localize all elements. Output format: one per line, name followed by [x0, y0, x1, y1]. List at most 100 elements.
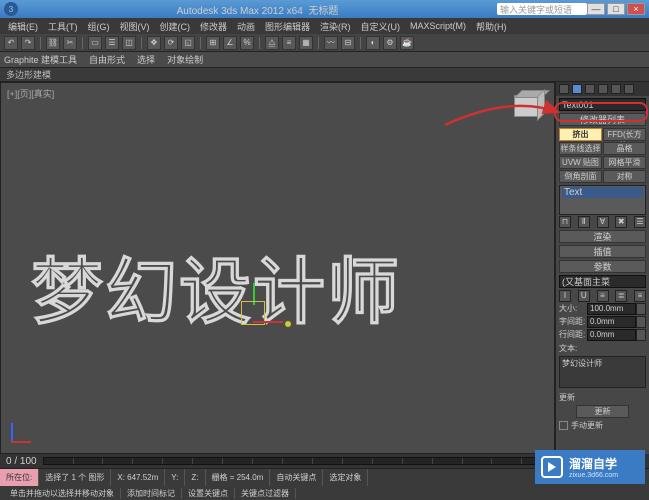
- snap-icon[interactable]: ⊞: [206, 36, 220, 50]
- mirror-icon[interactable]: ⧋: [265, 36, 279, 50]
- close-button[interactable]: ×: [627, 3, 645, 15]
- key-filter-button[interactable]: 关键点过滤器: [235, 488, 296, 499]
- unlink-icon[interactable]: ✂: [63, 36, 77, 50]
- menu-animation[interactable]: 动画: [233, 20, 259, 33]
- maximize-button[interactable]: □: [607, 3, 625, 15]
- redo-icon[interactable]: ↷: [21, 36, 35, 50]
- curve-editor-icon[interactable]: 〰: [324, 36, 338, 50]
- menu-edit[interactable]: 编辑(E): [4, 20, 42, 33]
- symmetry-button[interactable]: 对称: [603, 170, 646, 183]
- show-result-icon[interactable]: Ⅱ: [578, 216, 590, 228]
- menu-help[interactable]: 帮助(H): [472, 20, 511, 33]
- rollout-params[interactable]: 参数: [559, 260, 646, 273]
- select-icon[interactable]: ▭: [88, 36, 102, 50]
- size-input[interactable]: 100.0mm: [587, 303, 636, 315]
- kerning-input[interactable]: 0.0mm: [587, 316, 636, 328]
- coord-z[interactable]: Z:: [185, 469, 205, 486]
- motion-tab-icon[interactable]: [598, 84, 608, 94]
- render-setup-icon[interactable]: ⚙: [383, 36, 397, 50]
- transform-gizmo[interactable]: [231, 283, 291, 343]
- modify-tab-icon[interactable]: [572, 84, 582, 94]
- scale-icon[interactable]: ◱: [181, 36, 195, 50]
- ribbon-paint[interactable]: 对象绘制: [167, 53, 203, 66]
- align-right-icon[interactable]: ≡: [634, 290, 646, 302]
- hierarchy-tab-icon[interactable]: [585, 84, 595, 94]
- minimize-button[interactable]: —: [587, 3, 605, 15]
- add-time-tag[interactable]: 添加时间标记: [121, 488, 182, 499]
- leading-input[interactable]: 0.0mm: [587, 329, 636, 341]
- viewport[interactable]: [+][页][真实] 梦幻设计师: [0, 82, 555, 454]
- render-icon[interactable]: ☕: [400, 36, 414, 50]
- display-tab-icon[interactable]: [611, 84, 621, 94]
- font-dropdown[interactable]: [559, 275, 646, 288]
- percent-snap-icon[interactable]: %: [240, 36, 254, 50]
- menu-render[interactable]: 渲染(R): [316, 20, 355, 33]
- underline-icon[interactable]: U: [578, 290, 590, 302]
- link-icon[interactable]: ⛓: [46, 36, 60, 50]
- align-icon[interactable]: ≡: [282, 36, 296, 50]
- selected-obj-label[interactable]: 选定对象: [323, 469, 368, 486]
- size-spinner[interactable]: [636, 303, 646, 315]
- stack-item-text[interactable]: Text: [562, 187, 643, 198]
- menu-modifiers[interactable]: 修改器: [196, 20, 231, 33]
- manual-update-checkbox[interactable]: [559, 421, 568, 430]
- coord-y[interactable]: Y:: [165, 469, 185, 486]
- rollout-interp[interactable]: 插值: [559, 245, 646, 258]
- object-name-input[interactable]: [559, 98, 646, 111]
- tab-polymodel[interactable]: 多边形建模: [6, 68, 51, 81]
- menu-tools[interactable]: 工具(T): [44, 20, 82, 33]
- viewport-label[interactable]: [+][页][真实]: [7, 87, 54, 100]
- leading-spinner[interactable]: [636, 329, 646, 341]
- gizmo-x-axis-icon[interactable]: [253, 321, 283, 323]
- lattice-button[interactable]: 晶格: [603, 142, 646, 155]
- chamfer-button[interactable]: 倒角剖面: [559, 170, 602, 183]
- ribbon-select[interactable]: 选择: [137, 53, 155, 66]
- modifier-stack[interactable]: Text: [559, 185, 646, 215]
- schematic-icon[interactable]: ⊟: [341, 36, 355, 50]
- gizmo-handle-icon[interactable]: [285, 321, 291, 327]
- undo-icon[interactable]: ↶: [4, 36, 18, 50]
- menu-maxscript[interactable]: MAXScript(M): [406, 21, 470, 31]
- unique-icon[interactable]: ∀: [597, 216, 609, 228]
- menu-graph[interactable]: 图形编辑器: [261, 20, 314, 33]
- menu-view[interactable]: 视图(V): [116, 20, 154, 33]
- modifier-list-dropdown[interactable]: 修改器列表: [559, 113, 646, 126]
- select-name-icon[interactable]: ☰: [105, 36, 119, 50]
- rotate-icon[interactable]: ⟳: [164, 36, 178, 50]
- autokey-button[interactable]: 自动关键点: [270, 469, 323, 486]
- menu-create[interactable]: 创建(C): [156, 20, 195, 33]
- extrude-button[interactable]: 挤出: [559, 128, 602, 141]
- create-tab-icon[interactable]: [559, 84, 569, 94]
- move-icon[interactable]: ✥: [147, 36, 161, 50]
- utility-tab-icon[interactable]: [624, 84, 634, 94]
- main-toolbar: ↶ ↷ ⛓ ✂ ▭ ☰ ◫ ✥ ⟳ ◱ ⊞ ∠ % ⧋ ≡ ▦ 〰 ⊟ ◐ ⚙ …: [0, 34, 649, 52]
- angle-snap-icon[interactable]: ∠: [223, 36, 237, 50]
- material-icon[interactable]: ◐: [366, 36, 380, 50]
- configure-icon[interactable]: ☰: [634, 216, 646, 228]
- text-input[interactable]: 梦幻设计师: [559, 356, 646, 388]
- ffd-button[interactable]: FFD(长方体): [603, 128, 646, 141]
- align-center-icon[interactable]: ≣: [615, 290, 627, 302]
- pin-stack-icon[interactable]: ⊓: [559, 216, 571, 228]
- view-cube[interactable]: [510, 89, 544, 123]
- app-logo[interactable]: 3: [4, 2, 18, 16]
- select-region-icon[interactable]: ◫: [122, 36, 136, 50]
- uvw-button[interactable]: UVW 贴图: [559, 156, 602, 169]
- ribbon-freeform[interactable]: 自由形式: [89, 53, 125, 66]
- spline-select-button[interactable]: 样条线选择: [559, 142, 602, 155]
- kerning-spinner[interactable]: [636, 316, 646, 328]
- set-key-button[interactable]: 设置关键点: [182, 488, 235, 499]
- coord-x[interactable]: X: 647.52m: [111, 469, 165, 486]
- help-search-input[interactable]: 输入关键字或短语: [497, 3, 587, 15]
- layers-icon[interactable]: ▦: [299, 36, 313, 50]
- menu-custom[interactable]: 自定义(U): [357, 20, 405, 33]
- menu-group[interactable]: 组(G): [84, 20, 114, 33]
- align-left-icon[interactable]: ≡: [597, 290, 609, 302]
- rollout-render[interactable]: 渲染: [559, 230, 646, 243]
- ribbon-graphite[interactable]: Graphite 建模工具: [4, 53, 77, 66]
- meshsmooth-button[interactable]: 网格平滑: [603, 156, 646, 169]
- italic-icon[interactable]: I: [559, 290, 571, 302]
- remove-mod-icon[interactable]: ✖: [615, 216, 627, 228]
- scene-text-object[interactable]: 梦幻设计师: [31, 233, 401, 338]
- update-button[interactable]: 更新: [576, 405, 628, 418]
